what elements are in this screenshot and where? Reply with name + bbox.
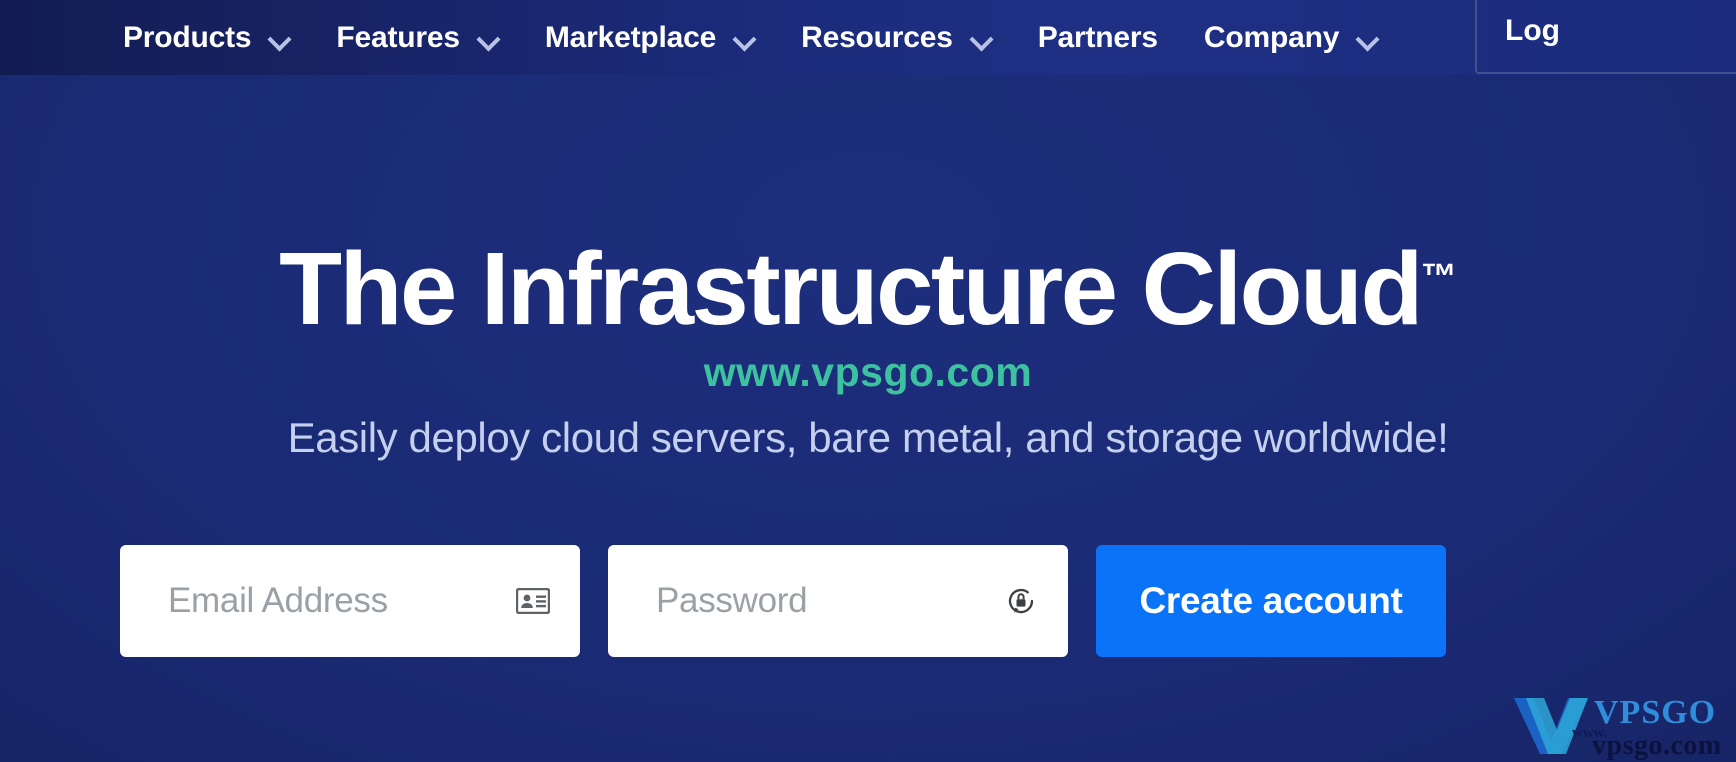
nav-item-label: Products [123, 20, 252, 54]
login-button-label: Log [1505, 14, 1560, 47]
nav-item-label: Marketplace [544, 20, 717, 54]
chevron-down-icon[interactable] [268, 27, 290, 49]
nav-item-label: Company [1203, 20, 1340, 54]
signup-form: Create account [120, 545, 1446, 657]
email-field-wrapper[interactable] [120, 545, 580, 657]
chevron-down-icon[interactable] [477, 27, 499, 49]
trademark-symbol: ™ [1420, 255, 1457, 297]
chevron-down-icon[interactable] [733, 27, 755, 49]
chevron-down-icon[interactable] [970, 27, 992, 49]
nav-item-label: Features [336, 20, 460, 54]
page-root: Products Features Marketplace Resources … [0, 0, 1736, 762]
password-input[interactable] [608, 545, 1068, 657]
hero-section: The Infrastructure Cloud™ www.vpsgo.com … [0, 75, 1736, 762]
nav-item-partners[interactable]: Partners [1038, 0, 1158, 75]
nav-item-resources[interactable]: Resources [801, 0, 992, 75]
create-account-button[interactable]: Create account [1096, 545, 1446, 657]
chevron-down-icon[interactable] [1356, 27, 1378, 49]
page-title-text: The Infrastructure Cloud [279, 231, 1423, 346]
watermark-overlay-text: www.vpsgo.com [703, 349, 1033, 395]
nav-item-label: Partners [1037, 20, 1158, 54]
nav-item-label: Resources [801, 20, 953, 54]
password-generate-icon[interactable] [1004, 584, 1038, 618]
page-subtitle: Easily deploy cloud servers, bare metal,… [287, 414, 1449, 461]
nav-left-spacer [0, 37, 123, 38]
email-input[interactable] [120, 545, 580, 657]
password-field-wrapper[interactable] [608, 545, 1068, 657]
nav-item-marketplace[interactable]: Marketplace [545, 0, 755, 75]
contact-card-icon[interactable] [516, 584, 550, 618]
nav-item-company[interactable]: Company [1204, 0, 1378, 75]
nav-item-products[interactable]: Products [123, 0, 290, 75]
nav-item-features[interactable]: Features [336, 0, 498, 75]
page-title: The Infrastructure Cloud™ [0, 234, 1736, 343]
login-button[interactable]: Log [1475, 0, 1736, 74]
top-navigation-bar: Products Features Marketplace Resources … [0, 0, 1736, 75]
